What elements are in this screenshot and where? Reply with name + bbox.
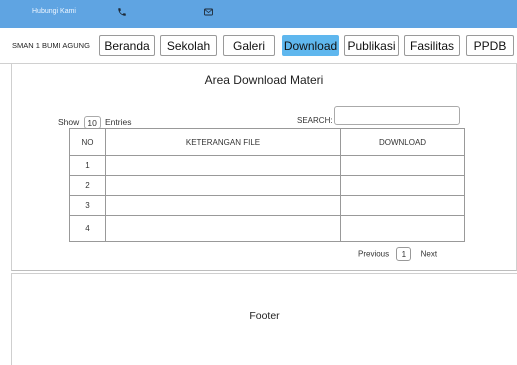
top-bar: Hubungi Kami [0, 0, 517, 28]
nav-sekolah[interactable]: Sekolah [160, 35, 217, 56]
page-title: Area Download Materi [204, 73, 324, 87]
col-description-header[interactable]: KETERANGAN FILE [105, 128, 341, 156]
download-cell[interactable] [340, 195, 465, 216]
table-row: 4 [69, 215, 465, 242]
mail-icon[interactable] [204, 8, 213, 16]
phone-icon[interactable] [117, 7, 127, 17]
footer: Footer [11, 273, 517, 365]
nav-beranda[interactable]: Beranda [99, 35, 155, 56]
col-download-header[interactable]: DOWNLOAD [340, 128, 465, 156]
download-table: NO KETERANGAN FILE DOWNLOAD 1 2 3 4 [69, 128, 465, 242]
school-name: SMAN 1 BUMI AGUNG [12, 41, 90, 50]
nav-download[interactable]: Download [282, 35, 339, 56]
download-section: Area Download Materi Show 10 Entries SEA… [11, 63, 517, 271]
main-navbar: SMAN 1 BUMI AGUNG Beranda Sekolah Galeri… [0, 28, 517, 64]
current-page-button[interactable]: 1 [396, 247, 412, 261]
row-number: 2 [69, 175, 106, 196]
previous-button[interactable]: Previous [358, 250, 389, 259]
show-label: Show [58, 116, 80, 127]
nav-galeri[interactable]: Galeri [223, 35, 275, 56]
search-label: SEARCH: [297, 116, 333, 125]
nav-ppdb[interactable]: PPDB [466, 35, 514, 56]
table-row: 1 [69, 155, 465, 176]
row-number: 4 [69, 215, 106, 242]
table-header-row: NO KETERANGAN FILE DOWNLOAD [69, 128, 465, 156]
search-input[interactable] [334, 106, 460, 125]
file-description [105, 215, 341, 242]
contact-link[interactable]: Hubungi Kami [32, 8, 76, 15]
footer-text: Footer [249, 310, 280, 322]
file-description [105, 195, 341, 216]
table-row: 2 [69, 175, 465, 196]
download-cell[interactable] [340, 215, 465, 242]
entries-label: Entries [105, 116, 132, 127]
table-row: 3 [69, 195, 465, 216]
nav-publikasi[interactable]: Publikasi [344, 35, 399, 56]
nav-fasilitas[interactable]: Fasilitas [404, 35, 460, 56]
col-no-header[interactable]: NO [69, 128, 106, 156]
file-description [105, 175, 341, 196]
download-cell[interactable] [340, 175, 465, 196]
file-description [105, 155, 341, 176]
pagination: Previous 1 Next [358, 247, 437, 261]
row-number: 1 [69, 155, 106, 176]
next-button[interactable]: Next [421, 250, 437, 259]
row-number: 3 [69, 195, 106, 216]
download-cell[interactable] [340, 155, 465, 176]
